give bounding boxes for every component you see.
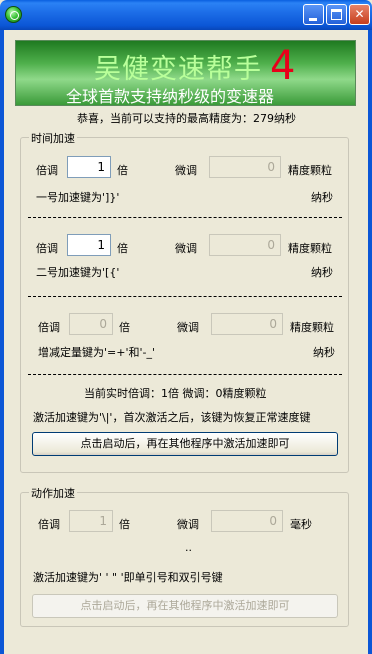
row2-mult-unit: 倍 xyxy=(117,242,128,255)
dots-label: .. xyxy=(185,541,192,554)
row1-fine-label: 微调 xyxy=(175,164,197,177)
row3-fine-unit: 精度颗粒 xyxy=(290,321,334,334)
row3-hotkey-unit: 纳秒 xyxy=(313,346,335,359)
current-rate-status: 当前实时倍调：1倍 微调：0精度颗粒 xyxy=(84,387,267,400)
row2-mult-label: 倍调 xyxy=(36,242,58,255)
maximize-button[interactable] xyxy=(326,4,347,25)
title-bar[interactable]: ✕ xyxy=(0,0,372,30)
start-time-accel-button[interactable]: 点击启动后，再在其他程序中激活加速即可 xyxy=(32,432,338,456)
row3-fine-label: 微调 xyxy=(177,321,199,334)
row2-mult-input[interactable]: 1 xyxy=(67,234,111,256)
row3-mult-unit: 倍 xyxy=(119,321,130,334)
activate-key-note: 激活加速键为'\|'，首次激活之后，该键为恢复正常速度键 xyxy=(33,411,311,424)
row1-fine-input[interactable]: 0 xyxy=(209,156,281,178)
row1-fine-unit: 精度颗粒 xyxy=(288,164,332,177)
row2-fine-unit: 精度颗粒 xyxy=(288,242,332,255)
time-accel-legend: 时间加速 xyxy=(29,130,77,146)
action-mult-input[interactable]: 1 xyxy=(69,510,113,532)
app-icon[interactable] xyxy=(5,6,22,23)
row1-mult-input[interactable]: 1 xyxy=(67,156,111,178)
row1-mult-label: 倍调 xyxy=(36,164,58,177)
divider xyxy=(28,217,342,218)
divider xyxy=(28,296,342,297)
divider xyxy=(28,374,342,375)
row1-hotkey: 一号加速键为']}' xyxy=(36,191,120,204)
row2-hotkey: 二号加速键为'[{' xyxy=(36,266,120,279)
window-frame-left xyxy=(0,30,4,654)
start-action-accel-button[interactable]: 点击启动后，再在其他程序中激活加速即可 xyxy=(32,594,338,618)
row2-hotkey-unit: 纳秒 xyxy=(311,266,333,279)
maximize-icon xyxy=(331,9,342,20)
action-fine-label: 微调 xyxy=(177,518,199,531)
row2-fine-label: 微调 xyxy=(175,242,197,255)
banner: 吴健变速帮手 4 全球首款支持纳秒级的变速器 xyxy=(15,40,356,106)
action-activate-note: 激活加速键为' ' " '即单引号和双引号键 xyxy=(33,571,223,584)
row3-fine-input[interactable]: 0 xyxy=(211,313,283,335)
row1-hotkey-unit: 纳秒 xyxy=(311,191,333,204)
row3-mult-input[interactable]: 0 xyxy=(69,313,113,335)
window-frame-right xyxy=(368,30,372,654)
row3-hotkey: 增减定量键为'=+'和'-_' xyxy=(38,346,155,359)
precision-status: 恭喜，当前可以支持的最高精度为：279纳秒 xyxy=(77,112,296,125)
minimize-button[interactable] xyxy=(303,4,324,25)
row2-fine-input[interactable]: 0 xyxy=(209,234,281,256)
action-accel-legend: 动作加速 xyxy=(29,485,77,501)
action-mult-label: 倍调 xyxy=(38,518,60,531)
banner-subtitle: 全球首款支持纳秒级的变速器 xyxy=(66,87,275,106)
minimize-icon xyxy=(309,18,317,21)
action-fine-input[interactable]: 0 xyxy=(211,510,283,532)
banner-title: 吴健变速帮手 xyxy=(94,54,262,85)
action-mult-unit: 倍 xyxy=(119,518,130,531)
close-button[interactable]: ✕ xyxy=(349,4,370,25)
row3-mult-label: 倍调 xyxy=(38,321,60,334)
action-fine-unit: 毫秒 xyxy=(290,518,312,531)
row1-mult-unit: 倍 xyxy=(117,164,128,177)
close-icon: ✕ xyxy=(354,7,365,21)
